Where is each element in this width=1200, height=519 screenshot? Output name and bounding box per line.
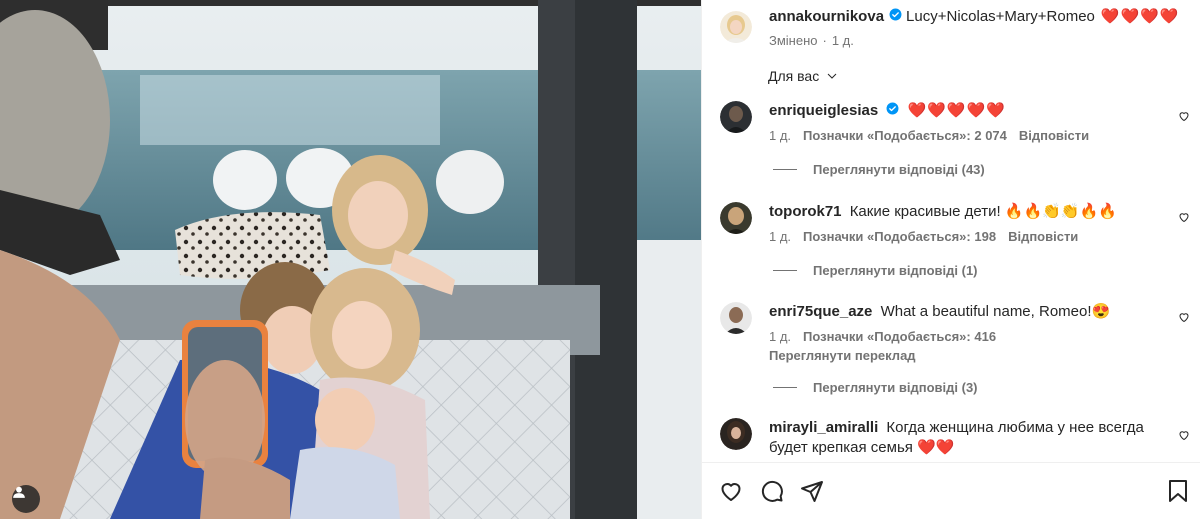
comment-like-button[interactable] bbox=[1178, 428, 1190, 444]
heart-outline-icon bbox=[1179, 313, 1189, 323]
comment-like-button[interactable] bbox=[1178, 310, 1190, 326]
see-translation-button[interactable]: Переглянути переклад bbox=[769, 348, 1179, 363]
commenter-avatar[interactable] bbox=[720, 302, 752, 334]
filter-label: Для вас bbox=[768, 68, 820, 84]
comment-text-line1: Когда женщина любима у нее всегда bbox=[886, 419, 1144, 436]
comment-bubble-icon bbox=[761, 480, 783, 502]
edited-label: Змінено bbox=[769, 33, 818, 48]
post-modal: annakournikova Lucy+Nicolas+Mary+Romeo ❤… bbox=[0, 0, 1200, 519]
bookmark-icon bbox=[1169, 480, 1187, 502]
replies-divider bbox=[773, 270, 797, 271]
view-replies-button[interactable]: Переглянути відповіді (3) bbox=[773, 380, 978, 395]
comment-like-button[interactable] bbox=[1178, 109, 1190, 125]
heart-outline-icon bbox=[1179, 112, 1189, 122]
caption-text: Lucy+Nicolas+Mary+Romeo bbox=[906, 8, 1095, 25]
replies-divider bbox=[773, 169, 797, 170]
reply-button[interactable]: Відповісти bbox=[1019, 128, 1089, 143]
share-button[interactable] bbox=[800, 479, 824, 506]
comment-time[interactable]: 1 д. bbox=[769, 329, 791, 344]
caption-meta: Змінено · 1 д. bbox=[769, 33, 854, 48]
comment-time[interactable]: 1 д. bbox=[769, 128, 791, 143]
user-tags-button[interactable] bbox=[12, 485, 40, 513]
heart-outline-icon bbox=[721, 483, 741, 501]
view-replies-button[interactable]: Переглянути відповіді (43) bbox=[773, 162, 985, 177]
comments-panel: annakournikova Lucy+Nicolas+Mary+Romeo ❤… bbox=[701, 0, 1200, 519]
heart-outline-icon bbox=[1179, 213, 1189, 223]
like-button[interactable] bbox=[719, 479, 743, 506]
caption-emoji: ❤️❤️❤️❤️ bbox=[1100, 8, 1180, 25]
view-replies-button[interactable]: Переглянути відповіді (1) bbox=[773, 263, 978, 278]
comment-text: ❤️❤️❤️❤️❤️ bbox=[907, 102, 1006, 119]
save-button[interactable] bbox=[1167, 479, 1189, 506]
post-caption: annakournikova Lucy+Nicolas+Mary+Romeo ❤… bbox=[720, 2, 1180, 48]
comment-username[interactable]: mirayli_amiralli bbox=[769, 419, 878, 436]
comment-likes[interactable]: Позначки «Подобається»: 198 bbox=[803, 229, 996, 244]
paper-plane-icon bbox=[801, 481, 823, 502]
view-replies-label: Переглянути відповіді (1) bbox=[813, 263, 978, 278]
comments-filter-dropdown[interactable]: Для вас bbox=[768, 68, 838, 84]
comment-item: enriqueiglesias ❤️❤️❤️❤️❤️ 1 д. Позначки… bbox=[720, 101, 1190, 143]
post-photo[interactable] bbox=[0, 0, 701, 519]
view-replies-label: Переглянути відповіді (43) bbox=[813, 162, 985, 177]
author-username[interactable]: annakournikova bbox=[769, 7, 884, 27]
comment-item: enri75que_aze What a beautiful name, Rom… bbox=[720, 302, 1190, 363]
comment-text-line2: будет крепкая семья ❤️❤️ bbox=[769, 439, 955, 456]
comment-button[interactable] bbox=[760, 479, 784, 506]
comment-item: toporok71 Какие красивые дети! 🔥🔥👏👏🔥🔥 1 … bbox=[720, 202, 1190, 244]
comment-likes[interactable]: Позначки «Подобається»: 416 bbox=[803, 329, 996, 344]
commenter-avatar[interactable] bbox=[720, 418, 752, 450]
comment-username[interactable]: toporok71 bbox=[769, 203, 842, 220]
comment-text: Какие красивые дети! 🔥🔥👏👏🔥🔥 bbox=[849, 203, 1117, 220]
view-replies-label: Переглянути відповіді (3) bbox=[813, 380, 978, 395]
commenter-avatar[interactable] bbox=[720, 101, 752, 133]
comment-username[interactable]: enri75que_aze bbox=[769, 303, 872, 320]
verified-badge-icon bbox=[886, 101, 899, 121]
comment-like-button[interactable] bbox=[1178, 210, 1190, 226]
chevron-down-icon bbox=[827, 73, 837, 79]
post-actions bbox=[702, 462, 1200, 519]
comment-time[interactable]: 1 д. bbox=[769, 229, 791, 244]
heart-outline-icon bbox=[1179, 431, 1189, 441]
replies-divider bbox=[773, 387, 797, 388]
photo-illustration bbox=[0, 0, 701, 519]
commenter-avatar[interactable] bbox=[720, 202, 752, 234]
verified-badge-icon bbox=[889, 7, 902, 27]
comment-username[interactable]: enriqueiglesias bbox=[769, 102, 878, 119]
comment-likes[interactable]: Позначки «Подобається»: 2 074 bbox=[803, 128, 1007, 143]
post-time[interactable]: 1 д. bbox=[832, 33, 854, 48]
reply-button[interactable]: Відповісти bbox=[1008, 229, 1078, 244]
comment-item: mirayli_amiralli Когда женщина любима у … bbox=[720, 418, 1190, 458]
user-tag-icon bbox=[13, 486, 25, 498]
author-avatar[interactable] bbox=[720, 11, 752, 43]
comment-text: What a beautiful name, Romeo!😍 bbox=[880, 303, 1111, 320]
